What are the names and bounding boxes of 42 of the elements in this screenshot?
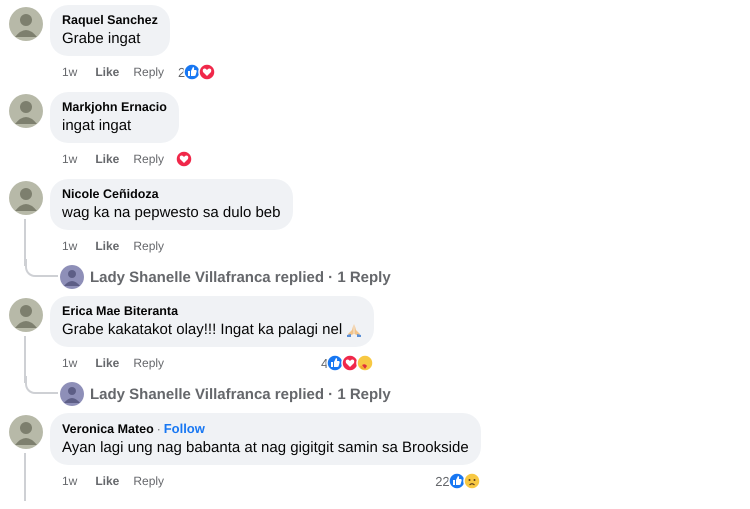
commenter-name[interactable]: Raquel Sanchez (62, 13, 158, 27)
comment-text: Grabe ingat (62, 30, 140, 47)
separator-dot: · (156, 422, 161, 436)
commenter-name[interactable]: Veronica Mateo (62, 422, 154, 436)
commenter-name[interactable]: Markjohn Ernacio (62, 100, 167, 114)
commenter-name[interactable]: Nicole Ceñidoza (62, 187, 159, 201)
reply-link[interactable]: Reply (133, 65, 164, 79)
comment-text: ingat ingat (62, 117, 132, 134)
reply-link[interactable]: Reply (133, 356, 164, 370)
thumbs-up-icon[interactable] (326, 354, 344, 372)
like-link[interactable]: Like (95, 65, 120, 79)
thumbs-up-icon[interactable] (448, 472, 466, 490)
avatar[interactable] (9, 7, 43, 41)
thumbs-up-icon[interactable] (183, 63, 202, 81)
reaction-count[interactable]: 22 (435, 474, 450, 488)
follow-link[interactable]: Follow (164, 421, 205, 436)
comment-text: wag ka na pepwesto sa dulo beb (62, 204, 280, 221)
like-link[interactable]: Like (95, 356, 120, 370)
avatar[interactable] (9, 94, 43, 128)
commenter-name[interactable]: Erica Mae Biteranta (62, 304, 178, 318)
avatar[interactable] (60, 265, 84, 289)
avatar[interactable] (9, 415, 43, 449)
comment-time: 1w (62, 65, 78, 79)
comment-text: Grabe kakatakot olay!!! Ingat ka palagi nel (62, 321, 342, 338)
like-link[interactable]: Like (95, 239, 120, 253)
comment-time: 1w (62, 474, 78, 488)
comment-text: Ayan lagi ung nag babanta at nag gigitgit samin sa Brookside (62, 439, 469, 456)
comment-time: 1w (62, 239, 78, 253)
like-link[interactable]: Like (95, 152, 120, 166)
reply-link[interactable]: Reply (133, 474, 164, 488)
view-replies-link[interactable]: Lady Shanelle Villafranca replied · 1 Reply (90, 268, 391, 286)
avatar[interactable] (60, 382, 84, 406)
comment-time: 1w (62, 152, 78, 166)
comment-time: 1w (62, 356, 78, 370)
avatar[interactable] (9, 181, 43, 215)
reaction-count[interactable]: 4 (320, 356, 328, 370)
avatar[interactable] (9, 298, 43, 332)
view-replies-link[interactable]: Lady Shanelle Villafranca replied · 1 Reply (90, 386, 391, 402)
reply-link[interactable]: Reply (133, 152, 164, 166)
like-link[interactable]: Like (95, 474, 120, 488)
sad-face-icon[interactable] (462, 472, 481, 490)
reply-link[interactable]: Reply (133, 239, 164, 253)
